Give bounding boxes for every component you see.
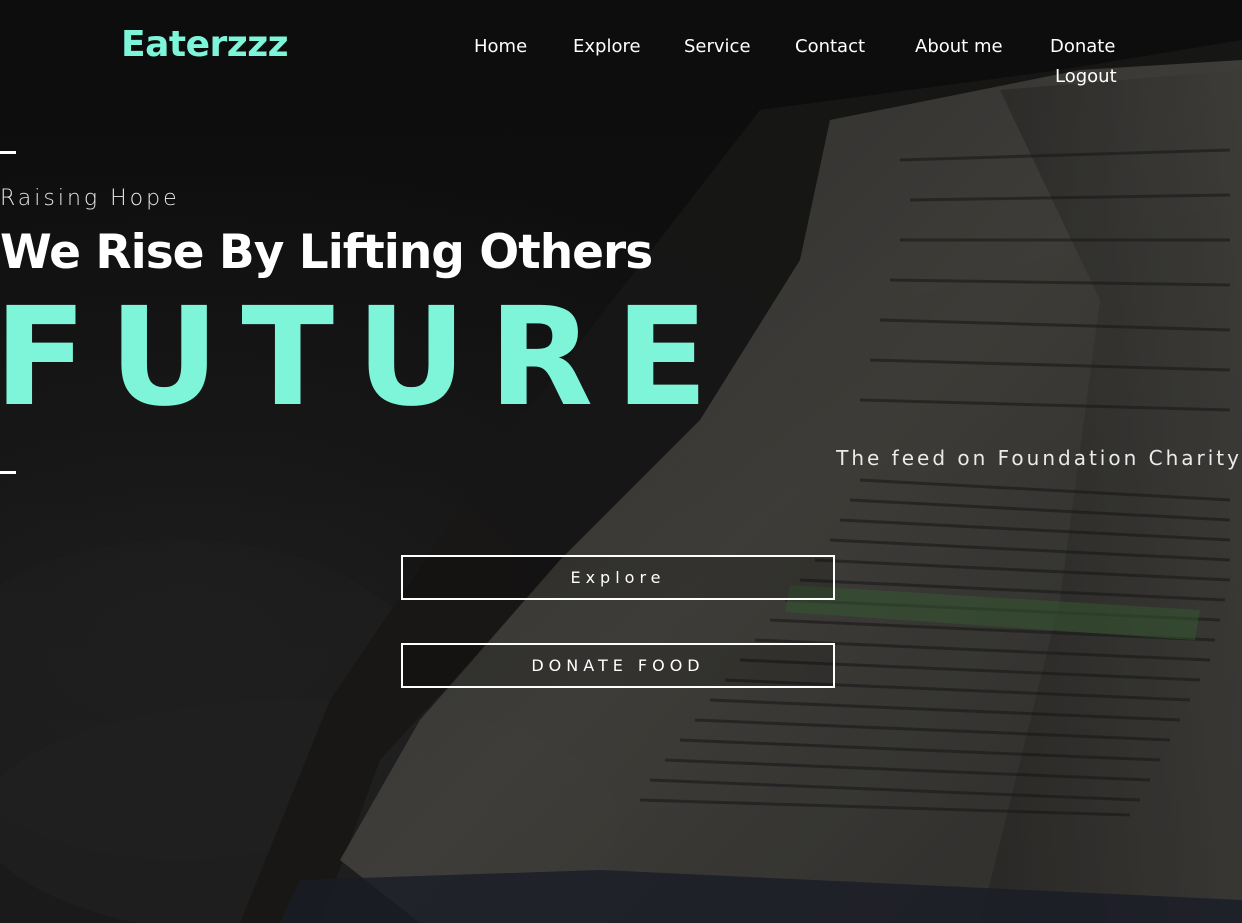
main-nav: Home Explore Service Contact About me Do…	[460, 36, 1130, 96]
nav-donate[interactable]: Donate	[1050, 36, 1115, 57]
hero-kicker: Raising Hope	[0, 186, 180, 211]
nav-contact[interactable]: Contact	[795, 36, 865, 57]
brand-logo[interactable]: Eaterzzz	[121, 24, 289, 65]
bottom-dash-divider	[0, 471, 16, 474]
hero-tagline: The feed on Foundation Charity	[836, 446, 1242, 470]
explore-button[interactable]: Explore	[401, 555, 835, 600]
nav-explore[interactable]: Explore	[573, 36, 641, 57]
nav-logout[interactable]: Logout	[1055, 66, 1117, 87]
hero-section: Eaterzzz Home Explore Service Contact Ab…	[0, 0, 1242, 923]
top-dash-divider	[0, 151, 16, 154]
nav-home[interactable]: Home	[474, 36, 527, 57]
hero-headline: We Rise By Lifting Others	[0, 225, 653, 280]
nav-about-me[interactable]: About me	[915, 36, 1003, 57]
nav-service[interactable]: Service	[684, 36, 751, 57]
donate-food-button[interactable]: DONATE FOOD	[401, 643, 835, 688]
hero-big-word: FUTURE	[0, 279, 731, 437]
